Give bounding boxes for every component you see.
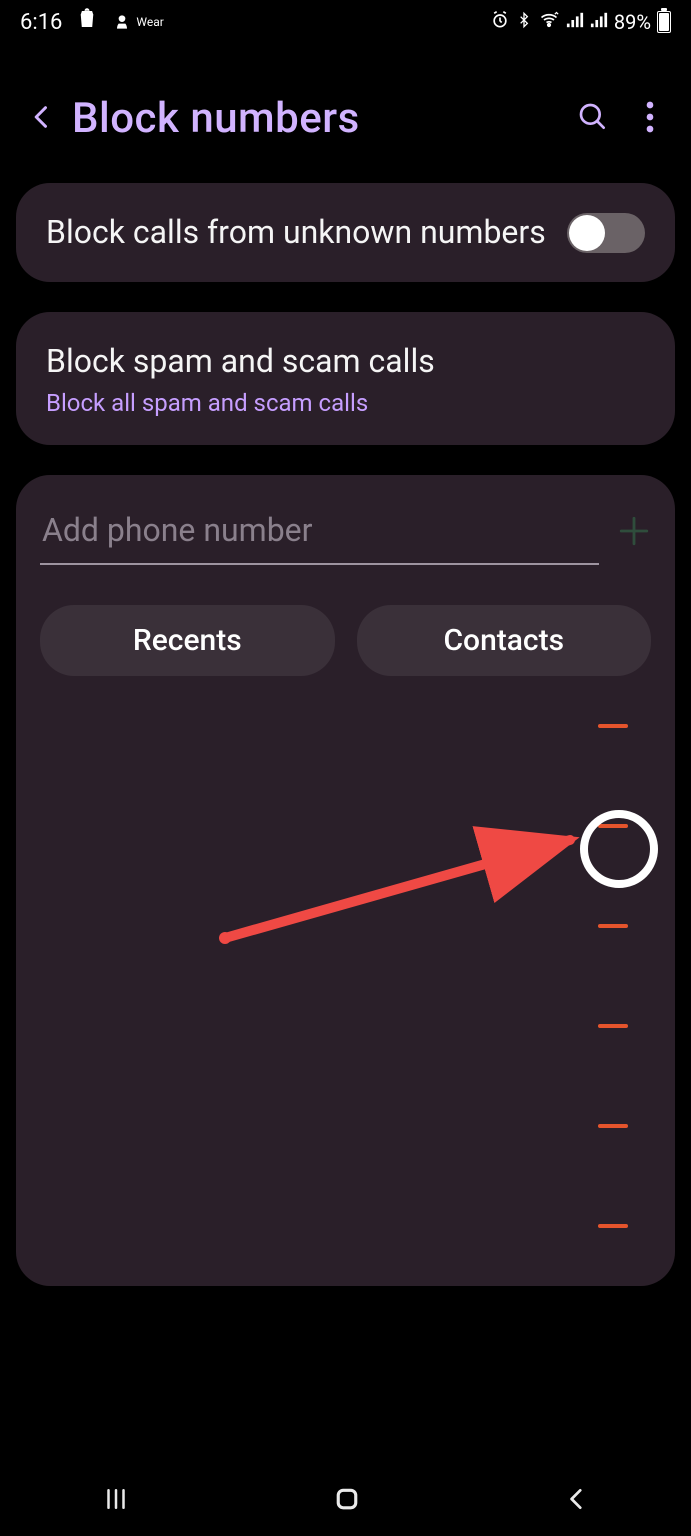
remove-number-button[interactable] (593, 1006, 633, 1046)
clock-text: 6:16 (20, 10, 62, 35)
shopping-bag-icon (76, 8, 98, 36)
signal-1-icon (566, 10, 584, 34)
block-unknown-card[interactable]: Block calls from unknown numbers (16, 183, 675, 282)
block-spam-subtitle: Block all spam and scam calls (46, 389, 645, 417)
blocked-list-item (40, 776, 651, 876)
bluetooth-icon (516, 10, 532, 35)
status-bar: 6:16 Wear 89% (0, 0, 691, 44)
blocked-list-item (40, 976, 651, 1076)
block-spam-card[interactable]: Block spam and scam calls Block all spam… (16, 312, 675, 445)
add-number-button[interactable] (617, 514, 651, 556)
remove-number-button[interactable] (593, 1206, 633, 1246)
remove-number-button[interactable] (593, 806, 633, 846)
remove-number-button[interactable] (593, 1106, 633, 1146)
minus-icon (598, 824, 628, 828)
battery-icon (657, 11, 671, 33)
nav-home-button[interactable] (332, 1484, 362, 1518)
app-header: Block numbers (0, 44, 691, 183)
more-options-button[interactable] (645, 101, 655, 137)
blocked-list-item (40, 1176, 651, 1276)
toggle-knob (569, 215, 605, 251)
status-left-group: 6:16 Wear (20, 8, 164, 36)
page-title: Block numbers (72, 94, 577, 143)
remove-number-button[interactable] (593, 906, 633, 946)
block-spam-title: Block spam and scam calls (46, 340, 645, 383)
minus-icon (598, 1224, 628, 1228)
contacts-button[interactable]: Contacts (357, 605, 652, 676)
add-number-section: Recents Contacts (16, 475, 675, 1286)
remove-number-button[interactable] (593, 706, 633, 746)
phone-number-input[interactable] (40, 505, 599, 565)
blocked-list-item (40, 876, 651, 976)
signal-2-icon (590, 10, 608, 34)
minus-icon (598, 1124, 628, 1128)
status-right-group: 89% (490, 10, 671, 35)
block-unknown-toggle[interactable] (567, 213, 645, 253)
block-unknown-title: Block calls from unknown numbers (46, 211, 546, 254)
nav-recents-button[interactable] (101, 1484, 131, 1518)
system-nav-bar (0, 1466, 691, 1536)
wear-app-icon: Wear (112, 12, 163, 32)
search-button[interactable] (577, 101, 609, 137)
wear-label: Wear (136, 15, 163, 29)
recents-button[interactable]: Recents (40, 605, 335, 676)
battery-percent: 89% (614, 10, 651, 34)
alarm-icon (490, 10, 510, 35)
blocked-list-item (40, 676, 651, 776)
back-button[interactable] (28, 98, 56, 140)
blocked-list-item (40, 1076, 651, 1176)
minus-icon (598, 724, 628, 728)
wifi-icon (538, 10, 560, 35)
nav-back-button[interactable] (564, 1484, 590, 1518)
minus-icon (598, 924, 628, 928)
minus-icon (598, 1024, 628, 1028)
